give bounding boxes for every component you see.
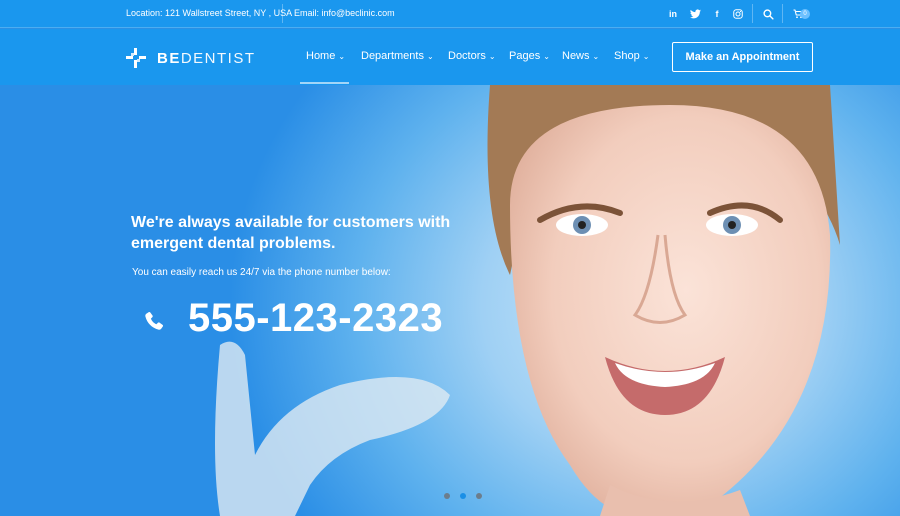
slider-pagination	[444, 493, 482, 499]
main-navbar: BEDENTIST Home ⌄ Departments ⌄ Doctors ⌄ Pa…	[0, 29, 900, 85]
nav-item-pages[interactable]: Pages ⌄	[509, 50, 550, 62]
chevron-down-icon: ⌄	[592, 52, 600, 61]
chevron-down-icon: ⌄	[543, 52, 550, 61]
hero-slider: We're always available for customers wit…	[0, 85, 900, 516]
logo-text[interactable]: BEDENTIST	[157, 50, 256, 67]
cart-count-badge: 0	[800, 9, 810, 19]
chevron-down-icon: ⌄	[338, 52, 346, 61]
gloved-hand-image	[215, 341, 450, 516]
nav-item-departments[interactable]: Departments ⌄	[361, 50, 434, 62]
twitter-icon[interactable]	[688, 7, 702, 21]
active-nav-indicator	[300, 82, 349, 84]
slider-dot-3[interactable]	[476, 493, 482, 499]
nav-item-shop[interactable]: Shop ⌄	[614, 50, 649, 62]
email-link[interactable]: Email: info@beclinic.com	[294, 8, 395, 18]
divider	[752, 4, 753, 23]
slider-dot-2[interactable]	[460, 493, 466, 499]
divider	[282, 4, 283, 23]
linkedin-icon[interactable]: in	[666, 7, 680, 21]
instagram-icon[interactable]	[731, 7, 745, 21]
top-info-bar: Location: 121 Wallstreet Street, NY , US…	[0, 0, 900, 28]
phone-icon	[142, 310, 166, 334]
hero-headline: We're always available for customers wit…	[131, 214, 451, 252]
nav-item-doctors[interactable]: Doctors ⌄	[448, 50, 496, 62]
nav-item-home[interactable]: Home ⌄	[306, 50, 345, 62]
hero-phone-number[interactable]: 555-123-2323	[188, 296, 443, 341]
facebook-icon[interactable]: f	[710, 7, 724, 21]
search-icon[interactable]	[761, 7, 775, 21]
logo-bold: BE	[157, 50, 181, 67]
slider-dot-1[interactable]	[444, 493, 450, 499]
logo-light: DENTIST	[180, 50, 256, 67]
divider	[782, 4, 783, 23]
hero-woman-image	[487, 85, 840, 516]
make-appointment-button[interactable]: Make an Appointment	[672, 42, 813, 72]
chevron-down-icon: ⌄	[426, 52, 434, 61]
hero-subline: You can easily reach us 24/7 via the pho…	[132, 267, 391, 278]
nav-item-news[interactable]: News ⌄	[562, 50, 599, 62]
location-text: Location: 121 Wallstreet Street, NY , US…	[126, 8, 293, 18]
logo-cross-icon[interactable]	[126, 48, 146, 68]
chevron-down-icon: ⌄	[488, 52, 496, 61]
chevron-down-icon: ⌄	[642, 52, 650, 61]
